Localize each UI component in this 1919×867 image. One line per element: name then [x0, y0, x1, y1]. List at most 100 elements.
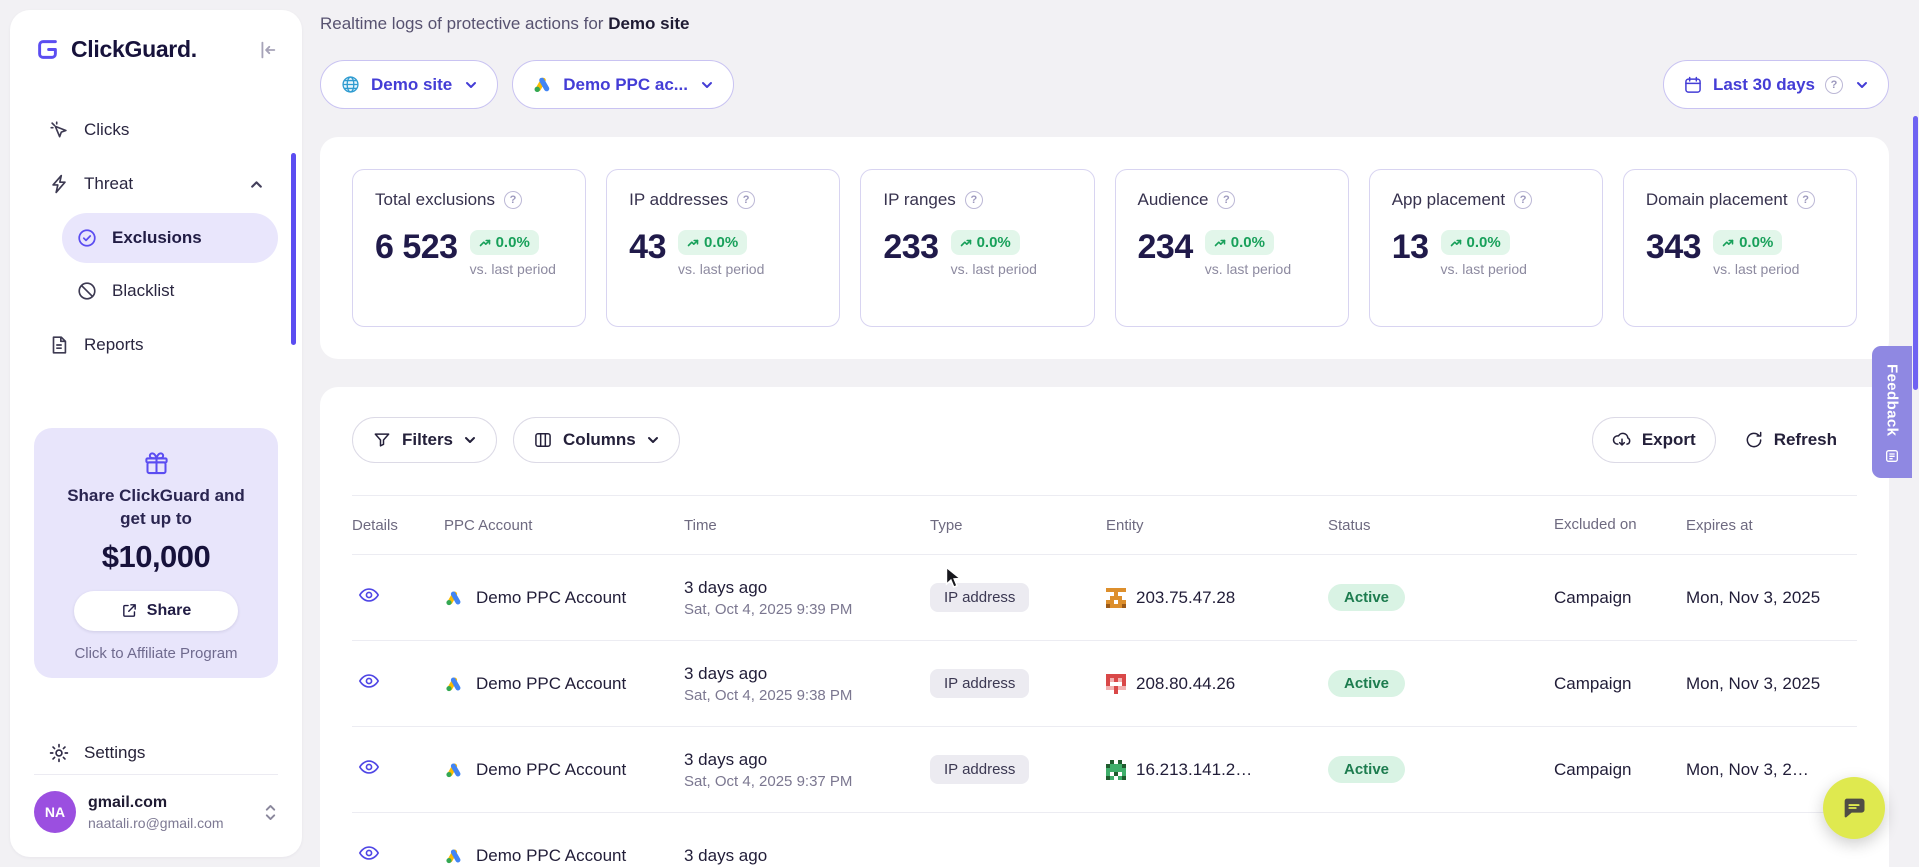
table-row[interactable]: Demo PPC Account 3 days ago Sat, Oct 4, … — [352, 727, 1857, 813]
stat-value: 43 — [629, 230, 666, 264]
sidebar-item-clicks[interactable]: Clicks — [34, 105, 278, 155]
stat-value: 13 — [1392, 230, 1429, 264]
view-details-eye-icon[interactable] — [358, 756, 380, 778]
collapse-sidebar-icon[interactable] — [256, 39, 278, 61]
stat-delta: 0.0% — [1739, 234, 1773, 251]
funnel-icon — [372, 430, 392, 450]
columns-icon — [533, 430, 553, 450]
trend-badge: 0.0% — [1713, 230, 1782, 255]
view-details-eye-icon[interactable] — [358, 670, 380, 692]
chevron-down-icon — [464, 78, 478, 92]
page-scrollbar[interactable] — [1913, 116, 1918, 390]
subtitle-site-name: Demo site — [608, 14, 689, 33]
cloud-download-icon — [1612, 430, 1632, 450]
account-menu[interactable]: NA gmail.com naatali.ro@gmail.com — [34, 774, 278, 833]
google-ads-icon — [444, 846, 464, 866]
site-selector-dropdown[interactable]: Demo site — [320, 60, 498, 109]
time-relative: 3 days ago — [684, 578, 930, 598]
help-icon[interactable]: ? — [1797, 191, 1815, 209]
expires-at-value: Mon, Nov 3, 2025 — [1686, 588, 1857, 608]
trend-up-icon — [479, 237, 491, 249]
ppc-account-name: Demo PPC Account — [476, 760, 626, 780]
main-content: Realtime logs of protective actions for … — [320, 0, 1889, 867]
export-button[interactable]: Export — [1592, 417, 1716, 463]
chevron-down-icon — [646, 433, 660, 447]
sidebar-scrollbar[interactable] — [291, 153, 296, 345]
refresh-label: Refresh — [1774, 430, 1837, 450]
table-body: Demo PPC Account 3 days ago Sat, Oct 4, … — [352, 555, 1857, 867]
external-link-icon — [121, 602, 138, 619]
table-row[interactable]: Demo PPC Account 3 days ago Sat, Oct 4, … — [352, 641, 1857, 727]
sidebar-item-reports[interactable]: Reports — [34, 320, 278, 370]
table-row[interactable]: Demo PPC Account 3 days ago — [352, 813, 1857, 867]
stat-comparison-label: vs. last period — [951, 261, 1037, 277]
affiliate-promo-card[interactable]: Share ClickGuard and get up to $10,000 S… — [34, 428, 278, 678]
help-icon[interactable]: ? — [737, 191, 755, 209]
help-icon[interactable]: ? — [1514, 191, 1532, 209]
trend-up-icon — [1722, 237, 1734, 249]
chat-widget-button[interactable] — [1823, 777, 1885, 839]
type-badge: IP address — [930, 583, 1029, 612]
stat-value: 234 — [1138, 230, 1193, 264]
refresh-button[interactable]: Refresh — [1724, 417, 1857, 463]
view-details-eye-icon[interactable] — [358, 842, 380, 864]
entity-identicon-icon — [1106, 588, 1126, 608]
time-relative: 3 days ago — [684, 846, 930, 866]
stat-value: 233 — [883, 230, 938, 264]
column-header: PPC Account — [444, 517, 684, 534]
sidebar-item-label: Blacklist — [112, 281, 174, 301]
ppc-account-selector-value: Demo PPC ac... — [563, 75, 688, 95]
date-range-dropdown[interactable]: Last 30 days ? — [1663, 60, 1889, 109]
report-document-icon — [48, 334, 70, 356]
sidebar-item-settings[interactable]: Settings — [34, 732, 278, 774]
help-icon[interactable]: ? — [504, 191, 522, 209]
help-icon[interactable]: ? — [965, 191, 983, 209]
status-badge: Active — [1328, 670, 1405, 697]
stat-label: IP addresses — [629, 190, 728, 210]
refresh-icon — [1744, 430, 1764, 450]
column-header: Type — [930, 517, 1106, 534]
sidebar-item-threat[interactable]: Threat — [34, 159, 278, 209]
columns-label: Columns — [563, 430, 636, 450]
trend-badge: 0.0% — [470, 230, 539, 255]
help-icon[interactable]: ? — [1825, 76, 1843, 94]
table-toolbar: Filters Columns Export — [352, 417, 1857, 463]
table-row[interactable]: Demo PPC Account 3 days ago Sat, Oct 4, … — [352, 555, 1857, 641]
column-header: Time — [684, 517, 930, 534]
stat-label: IP ranges — [883, 190, 955, 210]
expires-at-value: Mon, Nov 3, 2… — [1686, 760, 1857, 780]
view-details-eye-icon[interactable] — [358, 584, 380, 606]
ppc-account-name: Demo PPC Account — [476, 674, 626, 694]
column-header: Excluded on — [1554, 515, 1642, 535]
account-domain: gmail.com — [88, 794, 224, 812]
clickguard-logo-icon — [34, 36, 61, 63]
filters-button[interactable]: Filters — [352, 417, 497, 463]
check-badge-icon — [76, 227, 98, 249]
gift-icon — [54, 450, 258, 477]
trend-up-icon — [687, 237, 699, 249]
page-subtitle: Realtime logs of protective actions for … — [320, 0, 1889, 34]
sidebar: ClickGuard. Clicks Threat — [10, 10, 302, 857]
promo-text: Share ClickGuard and get up to — [54, 485, 258, 531]
threat-lightning-icon — [48, 173, 70, 195]
sidebar-item-exclusions[interactable]: Exclusions — [62, 213, 278, 263]
feedback-note-icon — [1884, 448, 1900, 464]
share-button[interactable]: Share — [74, 591, 237, 631]
stat-delta: 0.0% — [977, 234, 1011, 251]
stat-label: App placement — [1392, 190, 1505, 210]
columns-button[interactable]: Columns — [513, 417, 680, 463]
stat-comparison-label: vs. last period — [1713, 261, 1799, 277]
date-range-value: Last 30 days — [1713, 75, 1815, 95]
time-absolute: Sat, Oct 4, 2025 9:38 PM — [684, 687, 930, 704]
exclusions-table: Details PPC Account Time Type Entity Sta… — [352, 495, 1857, 867]
google-ads-icon — [444, 760, 464, 780]
sidebar-item-blacklist[interactable]: Blacklist — [62, 266, 278, 316]
feedback-tab[interactable]: Feedback — [1872, 346, 1912, 478]
stat-card: IP ranges ? 233 0.0% vs. last period — [860, 169, 1094, 327]
entity-value: 203.75.47.28 — [1136, 588, 1235, 608]
chevron-up-down-icon — [263, 802, 278, 823]
help-icon[interactable]: ? — [1217, 191, 1235, 209]
entity-value: 16.213.141.2… — [1136, 760, 1252, 780]
ppc-account-selector-dropdown[interactable]: Demo PPC ac... — [512, 60, 734, 109]
stat-value: 343 — [1646, 230, 1701, 264]
